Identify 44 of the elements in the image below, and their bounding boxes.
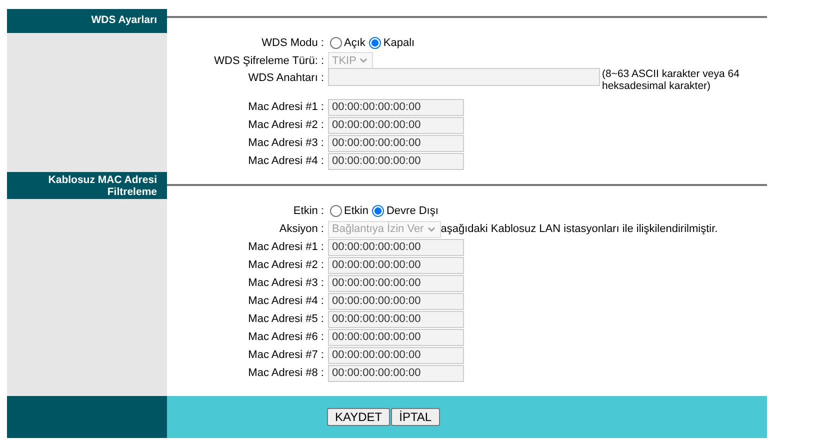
mac-address-field[interactable]: 00:00:00:00:00:00: [328, 134, 464, 152]
radio-label: Etkin: [344, 205, 368, 217]
mac-address-field[interactable]: 00:00:00:00:00:00: [328, 274, 464, 292]
field-label: Mac Adresi #6 :: [248, 331, 325, 343]
mac-address-field[interactable]: 00:00:00:00:00:00: [328, 98, 464, 116]
mac-address-field[interactable]: 00:00:00:00:00:00: [328, 152, 464, 170]
radio-button[interactable]: [330, 205, 342, 217]
radio-label: Açık: [344, 37, 366, 49]
mac-address-field[interactable]: 00:00:00:00:00:00: [328, 328, 464, 346]
mac-address-field[interactable]: 00:00:00:00:00:00: [328, 256, 464, 274]
field-label: Aksiyon :: [279, 223, 325, 235]
mac-address-field[interactable]: 00:00:00:00:00:00: [328, 292, 464, 310]
field-label: Mac Adresi #8 :: [248, 367, 325, 379]
form-button[interactable]: KAYDET: [327, 408, 390, 426]
radio-button[interactable]: [330, 37, 342, 49]
field-label: WDS Anahtarı :: [248, 72, 325, 84]
form-button[interactable]: İPTAL: [391, 408, 440, 426]
mac-address-field[interactable]: 00:00:00:00:00:00: [328, 346, 464, 364]
mac-address-field[interactable]: 00:00:00:00:00:00: [328, 116, 464, 134]
field-label: Mac Adresi #1 :: [248, 101, 325, 113]
field-label: Mac Adresi #3 :: [248, 137, 325, 149]
radio-button[interactable]: [369, 37, 382, 49]
section-title: Kablosuz MAC Adresi Filtreleme: [7, 172, 167, 199]
note-text: aşağıdaki Kablosuz LAN istasyonları ile ilişkilendirilmiştir.: [440, 223, 718, 235]
field-label: Mac Adresi #1 :: [248, 241, 325, 253]
field-label: Mac Adresi #3 :: [248, 277, 325, 289]
field-label: Mac Adresi #4 :: [248, 155, 325, 167]
mac-address-field[interactable]: 00:00:00:00:00:00: [328, 238, 464, 256]
radio-label: Kapalı: [383, 37, 415, 49]
field-label: Etkin :: [293, 205, 325, 217]
hint-text: (8~63 ASCII karakter veya 64 heksadesimal karakter): [602, 68, 740, 92]
field-label: Mac Adresi #2 :: [248, 259, 325, 271]
mac-address-field[interactable]: 00:00:00:00:00:00: [328, 364, 464, 382]
field-label: Mac Adresi #5 :: [248, 313, 325, 325]
field-label: Mac Adresi #4 :: [248, 295, 325, 307]
field-label: WDS Modu :: [262, 37, 325, 49]
field-label: Mac Adresi #2 :: [248, 119, 325, 131]
key-field[interactable]: [328, 68, 600, 86]
radio-label: Devre Dışı: [386, 205, 438, 217]
mac-address-field[interactable]: 00:00:00:00:00:00: [328, 310, 464, 328]
section-title: WDS Ayarları: [7, 9, 167, 33]
field-label: WDS Şifreleme Türü: :: [214, 54, 325, 66]
radio-button[interactable]: [372, 205, 384, 217]
field-label: Mac Adresi #7 :: [248, 349, 325, 361]
